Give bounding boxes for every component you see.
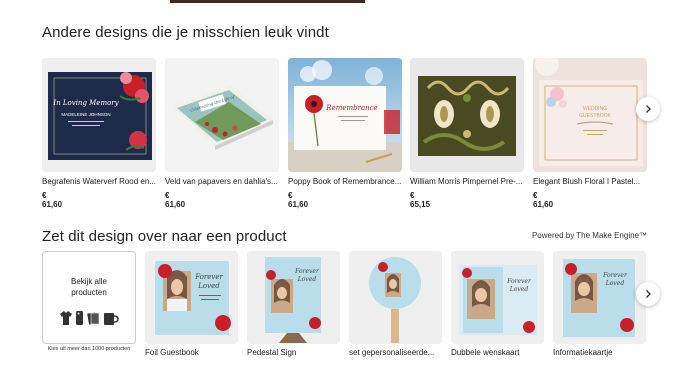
section-title-transfer: Zet dit design over naar een product — [42, 228, 287, 245]
product-name[interactable]: Elegant Blush Floral I Pastel... — [533, 177, 647, 186]
product-thumbnail[interactable]: Celebrating the Life of — [165, 58, 279, 172]
product-thumbnail[interactable]: Forever Loved — [553, 251, 646, 344]
product-name[interactable]: William Morris Pimpernel Pre-... — [410, 177, 524, 186]
top-image-strip — [0, 0, 689, 5]
browse-all-label[interactable]: Bekijk alle producten — [43, 276, 135, 298]
product-name[interactable]: Dubbele wenskaart — [451, 348, 544, 357]
product-name[interactable]: Begrafenis Waterverf Rood en... — [42, 177, 156, 186]
thumb-text: Loved — [509, 286, 529, 293]
product-thumbnail[interactable]: WEDDING GUESTBOOK — [533, 58, 647, 172]
thumb-text: WEDDING — [583, 106, 607, 112]
product-price: € 61,60 — [533, 191, 554, 209]
product-price: € 61,60 — [165, 191, 186, 209]
thumb-text: Forever — [194, 273, 223, 281]
section-title-recommended: Andere designs die je misschien leuk vin… — [42, 24, 329, 41]
product-name[interactable]: Veld van papavers en dahlia's... — [165, 177, 279, 186]
thumb-text: GUESTBOOK — [579, 113, 611, 119]
browse-all-products-card[interactable]: Bekijk alle producten — [42, 251, 136, 344]
thumb-text: Forever — [294, 268, 320, 275]
phone-case-icon — [76, 311, 83, 325]
thumb-text: Remembrance — [325, 104, 377, 112]
cards-icon — [87, 312, 100, 325]
thumb-text: Forever — [602, 272, 628, 279]
product-thumbnail[interactable] — [349, 251, 442, 344]
product-thumbnail[interactable]: In Loving Memory MADELEINE JOHNSON — [42, 58, 156, 172]
product-price: € 65,15 — [410, 191, 431, 209]
product-price: € 61,60 — [288, 191, 309, 209]
product-thumbnail[interactable]: Forever Loved — [247, 251, 340, 344]
product-type-icons — [60, 311, 119, 325]
product-name[interactable]: set gepersonaliseerde... — [349, 348, 442, 357]
powered-by-text: Powered by The Make Engine™ — [531, 231, 647, 240]
product-price: € 61,60 — [42, 191, 63, 209]
carousel-next-button[interactable] — [636, 282, 660, 306]
product-name[interactable]: Foil Guestbook — [145, 348, 238, 357]
thumb-text: Loved — [297, 276, 317, 283]
chevron-right-icon — [646, 290, 651, 298]
product-thumbnail[interactable]: Forever Loved — [145, 251, 238, 344]
carousel-next-button[interactable] — [636, 97, 660, 121]
product-name[interactable]: Poppy Book of Remembrance... — [288, 177, 402, 186]
browse-all-caption: Kies uit meer dan 1000 producten — [47, 346, 131, 352]
product-name[interactable]: Informatiekaartje — [553, 348, 646, 357]
thumb-text: Forever — [506, 278, 532, 285]
mug-icon — [104, 313, 119, 325]
thumb-text: In Loving Memory — [52, 99, 119, 107]
product-thumbnail[interactable]: Remembrance — [288, 58, 402, 172]
product-name[interactable]: Pedestal Sign — [247, 348, 340, 357]
product-thumbnail[interactable] — [410, 58, 524, 172]
thumb-text: MADELEINE JOHNSON — [61, 112, 110, 117]
thumb-text: Loved — [197, 282, 220, 290]
chevron-right-icon — [646, 105, 651, 113]
thumb-text: Loved — [605, 280, 625, 287]
product-thumbnail[interactable]: Forever Loved — [451, 251, 544, 344]
tshirt-icon — [60, 311, 72, 325]
